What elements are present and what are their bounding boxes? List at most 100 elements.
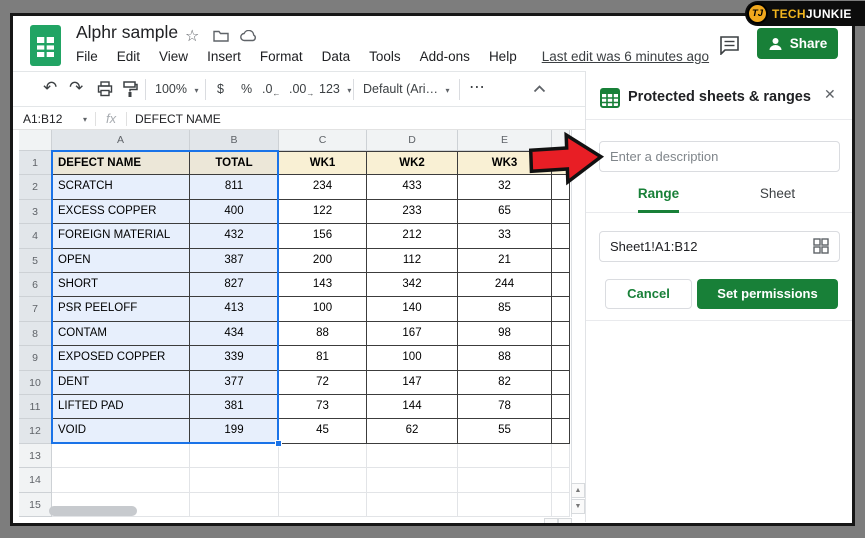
row-header[interactable]: 3 — [19, 200, 52, 224]
last-edit-link[interactable]: Last edit was 6 minutes ago — [542, 49, 709, 64]
cell[interactable]: 381 — [190, 395, 279, 419]
cell[interactable]: 82 — [458, 371, 552, 395]
scroll-right-icon[interactable]: ▸ — [558, 518, 572, 526]
cell[interactable]: 339 — [190, 346, 279, 370]
cell[interactable]: 413 — [190, 297, 279, 321]
cell[interactable] — [458, 468, 552, 492]
column-header[interactable]: A — [52, 130, 190, 151]
cell[interactable] — [279, 444, 367, 468]
star-icon[interactable]: ☆ — [185, 26, 199, 46]
row-header[interactable]: 4 — [19, 224, 52, 248]
cell[interactable]: 199 — [190, 419, 279, 443]
cell[interactable]: 72 — [279, 371, 367, 395]
cell[interactable] — [552, 273, 570, 297]
cell[interactable]: 233 — [367, 200, 458, 224]
cell[interactable]: 21 — [458, 249, 552, 273]
cell[interactable] — [458, 444, 552, 468]
menu-item-help[interactable]: Help — [489, 49, 517, 64]
menu-item-file[interactable]: File — [76, 49, 98, 64]
menu-item-view[interactable]: View — [159, 49, 188, 64]
cell[interactable] — [52, 468, 190, 492]
row-header[interactable]: 13 — [19, 444, 52, 468]
set-permissions-button[interactable]: Set permissions — [697, 279, 838, 309]
formula-input[interactable]: DEFECT NAME — [135, 112, 221, 126]
cell[interactable]: 167 — [367, 322, 458, 346]
cancel-button[interactable]: Cancel — [605, 279, 692, 309]
document-title[interactable]: Alphr sample — [76, 22, 178, 43]
cell[interactable] — [190, 444, 279, 468]
cell[interactable]: SHORT — [52, 273, 190, 297]
cell[interactable]: 62 — [367, 419, 458, 443]
cell[interactable]: 73 — [279, 395, 367, 419]
cell[interactable]: 234 — [279, 175, 367, 199]
cell[interactable]: 811 — [190, 175, 279, 199]
cell[interactable]: 144 — [367, 395, 458, 419]
share-button[interactable]: Share — [757, 28, 838, 59]
undo-icon[interactable]: ↶ — [43, 78, 57, 98]
row-header[interactable]: 9 — [19, 346, 52, 370]
comment-history-icon[interactable] — [719, 35, 741, 55]
cell[interactable]: DENT — [52, 371, 190, 395]
scroll-up-icon[interactable]: ▲ — [571, 483, 585, 498]
row-header[interactable]: 15 — [19, 493, 52, 517]
row-header[interactable]: 10 — [19, 371, 52, 395]
cell[interactable]: 212 — [367, 224, 458, 248]
row-header[interactable]: 11 — [19, 395, 52, 419]
sheet-corner-button[interactable] — [19, 130, 52, 151]
cell[interactable]: OPEN — [52, 249, 190, 273]
cell[interactable] — [552, 297, 570, 321]
cell[interactable]: TOTAL — [190, 151, 279, 175]
format-currency-button[interactable]: $ — [217, 82, 224, 96]
zoom-select[interactable]: 100% ▾ — [155, 82, 198, 96]
cell[interactable]: WK2 — [367, 151, 458, 175]
cell[interactable]: 33 — [458, 224, 552, 248]
more-formats-button[interactable]: 123 ▾ — [319, 82, 351, 96]
cell[interactable] — [52, 444, 190, 468]
cell[interactable]: 55 — [458, 419, 552, 443]
menu-item-format[interactable]: Format — [260, 49, 303, 64]
cell[interactable] — [458, 493, 552, 517]
selection-fill-handle[interactable] — [275, 440, 282, 447]
cell[interactable] — [552, 419, 570, 443]
paint-format-icon[interactable] — [123, 81, 138, 98]
cell[interactable] — [552, 395, 570, 419]
cell[interactable]: 143 — [279, 273, 367, 297]
cell[interactable]: 244 — [458, 273, 552, 297]
scroll-left-icon[interactable]: ◂ — [544, 518, 558, 526]
row-header[interactable]: 14 — [19, 468, 52, 492]
move-folder-icon[interactable] — [213, 29, 229, 42]
column-header[interactable]: C — [279, 130, 367, 151]
row-header[interactable]: 8 — [19, 322, 52, 346]
menu-item-addons[interactable]: Add-ons — [420, 49, 470, 64]
cell[interactable]: 827 — [190, 273, 279, 297]
cell[interactable]: 81 — [279, 346, 367, 370]
select-data-range-icon[interactable] — [813, 238, 829, 254]
cell[interactable]: 400 — [190, 200, 279, 224]
cell[interactable] — [279, 493, 367, 517]
menu-item-tools[interactable]: Tools — [369, 49, 401, 64]
cell[interactable]: 88 — [279, 322, 367, 346]
cell[interactable]: FOREIGN MATERIAL — [52, 224, 190, 248]
cell[interactable]: 147 — [367, 371, 458, 395]
cell[interactable]: 112 — [367, 249, 458, 273]
description-input[interactable] — [599, 141, 840, 172]
format-percent-button[interactable]: % — [241, 82, 252, 96]
font-select[interactable]: Default (Ari… ▾ — [363, 82, 450, 96]
cell[interactable]: 78 — [458, 395, 552, 419]
tab-range[interactable]: Range — [599, 186, 718, 201]
cell[interactable]: 434 — [190, 322, 279, 346]
cell[interactable]: 88 — [458, 346, 552, 370]
cell[interactable]: PSR PEELOFF — [52, 297, 190, 321]
row-header[interactable]: 5 — [19, 249, 52, 273]
menu-item-insert[interactable]: Insert — [207, 49, 241, 64]
collapse-toolbar-icon[interactable] — [533, 85, 546, 93]
cell[interactable]: EXPOSED COPPER — [52, 346, 190, 370]
cell[interactable]: CONTAM — [52, 322, 190, 346]
cell[interactable]: WK1 — [279, 151, 367, 175]
close-icon[interactable]: ✕ — [824, 86, 836, 103]
cell[interactable] — [190, 493, 279, 517]
menu-item-edit[interactable]: Edit — [117, 49, 140, 64]
menu-item-data[interactable]: Data — [322, 49, 351, 64]
cell[interactable]: EXCESS COPPER — [52, 200, 190, 224]
vertical-scrollbar[interactable]: ▲ ▼ — [571, 130, 585, 517]
